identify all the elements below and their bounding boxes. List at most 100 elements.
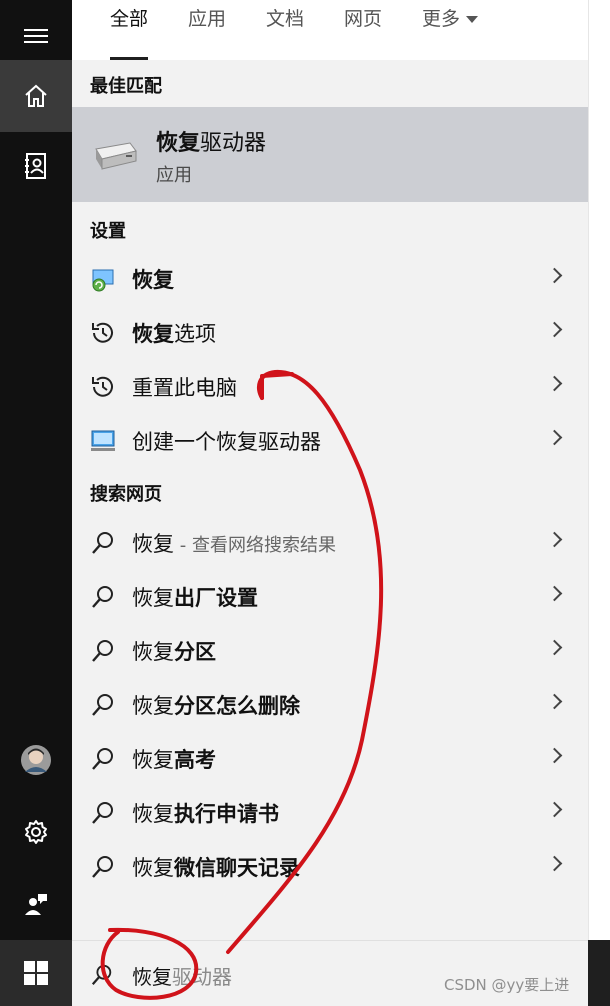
settings-heading: 设置 (90, 221, 126, 242)
web-item[interactable]: 恢复 - 查看网络搜索结果 (72, 516, 588, 570)
left-rail (0, 0, 72, 1006)
web-item[interactable]: 恢复分区怎么删除 (72, 678, 588, 732)
search-icon (92, 856, 113, 878)
search-icon (92, 748, 113, 770)
search-icon (92, 694, 113, 716)
history-icon (92, 376, 113, 397)
item-text: 恢复 (132, 856, 174, 880)
item-bold-text: 分区怎么删除 (174, 694, 300, 718)
item-bold-text: 出厂设置 (174, 586, 258, 610)
caret-down-icon (466, 16, 479, 23)
web-item-label: 恢复高考 (132, 744, 216, 774)
web-item-label: 恢复出厂设置 (132, 582, 258, 612)
settings-item-label: 恢复 (132, 264, 174, 294)
best-match-title: 恢复驱动器 (156, 125, 266, 157)
item-bold-text: 执行申请书 (174, 802, 279, 826)
chevron-right-icon (546, 429, 563, 446)
chevron-right-icon (546, 693, 563, 710)
item-text: 恢复 (132, 694, 174, 718)
item-text: 创建一个恢复驱动器 (132, 430, 321, 454)
best-match-subtitle: 应用 (156, 165, 192, 186)
settings-item-recovery-options[interactable]: 恢复选项 (72, 306, 588, 360)
web-item[interactable]: 恢复高考 (72, 732, 588, 786)
chevron-right-icon (546, 801, 563, 818)
best-match-item[interactable]: 恢复驱动器 应用 (72, 107, 588, 202)
item-hint: - 查看网络搜索结果 (174, 535, 336, 556)
web-item-label: 恢复分区 (132, 636, 216, 666)
home-icon (25, 84, 47, 107)
item-text: 恢复 (132, 640, 174, 664)
best-match-title-bold: 恢复 (156, 131, 201, 156)
history-icon (92, 322, 113, 343)
search-icon (91, 964, 112, 985)
item-bold-text: 恢复 (132, 322, 174, 346)
item-bold-text: 高考 (174, 748, 216, 772)
item-bold-text: 分区 (174, 640, 216, 664)
search-box[interactable]: 恢复驱动器 (72, 940, 588, 1006)
recovery-icon (92, 269, 114, 292)
watermark: CSDN @yy要上进 (444, 976, 570, 994)
account-button[interactable] (0, 724, 72, 796)
search-icon (92, 532, 113, 554)
settings-item-label: 恢复选项 (132, 318, 216, 348)
taskbar-edge (588, 940, 610, 1006)
settings-button[interactable] (0, 796, 72, 868)
best-match-heading: 最佳匹配 (90, 76, 162, 97)
web-item-label: 恢复执行申请书 (132, 798, 279, 828)
windows-start-icon (24, 961, 48, 985)
notebook-icon (25, 153, 46, 179)
search-start-menu: 全部 应用 文档 网页 更多 最佳匹配 恢复驱动器 应用 设置 恢复 恢复选项 … (0, 0, 610, 1006)
web-item-label: 恢复分区怎么删除 (132, 690, 300, 720)
web-item[interactable]: 恢复出厂设置 (72, 570, 588, 624)
tab-documents[interactable]: 文档 (266, 6, 304, 60)
tab-apps[interactable]: 应用 (188, 6, 226, 60)
item-bold-text: 恢复 (132, 268, 174, 292)
gear-icon (25, 820, 47, 844)
chevron-right-icon (546, 639, 563, 656)
settings-item-recovery[interactable]: 恢复 (72, 252, 588, 306)
search-typed-text: 恢复 (132, 965, 172, 989)
web-item-label: 恢复微信聊天记录 (132, 852, 300, 882)
chevron-right-icon (546, 267, 563, 284)
item-bold-text: 微信聊天记录 (174, 856, 300, 880)
background-window-edge (588, 0, 610, 940)
avatar (21, 745, 51, 775)
notebook-button[interactable] (0, 130, 72, 202)
tab-all[interactable]: 全部 (110, 6, 149, 60)
web-item[interactable]: 恢复微信聊天记录 (72, 840, 588, 894)
filter-tabs: 全部 应用 文档 网页 更多 (72, 0, 588, 60)
search-icon (92, 640, 113, 662)
item-text: 恢复 (132, 802, 174, 826)
home-button[interactable] (0, 60, 72, 132)
search-icon (92, 802, 113, 824)
chevron-right-icon (546, 585, 563, 602)
settings-item-reset-pc[interactable]: 重置此电脑 (72, 360, 588, 414)
item-text: 选项 (174, 322, 216, 346)
monitor-icon (91, 430, 115, 451)
chevron-right-icon (546, 321, 563, 338)
search-icon (92, 586, 113, 608)
search-input[interactable]: 恢复驱动器 (132, 961, 232, 990)
web-item[interactable]: 恢复分区 (72, 624, 588, 678)
chevron-right-icon (546, 375, 563, 392)
feedback-button[interactable] (0, 868, 72, 940)
search-autocomplete: 驱动器 (172, 965, 232, 989)
hamburger-icon (24, 29, 48, 43)
settings-item-label: 重置此电脑 (132, 372, 237, 402)
tab-more[interactable]: 更多 (422, 6, 479, 60)
drive-icon (95, 142, 137, 170)
settings-item-label: 创建一个恢复驱动器 (132, 426, 321, 456)
best-match-title-rest: 驱动器 (200, 131, 267, 156)
item-text: 恢复 (132, 532, 174, 556)
feedback-icon (25, 894, 47, 915)
tab-web[interactable]: 网页 (344, 6, 382, 60)
start-button[interactable] (0, 940, 72, 1006)
web-item[interactable]: 恢复执行申请书 (72, 786, 588, 840)
item-text: 恢复 (132, 586, 174, 610)
chevron-right-icon (546, 855, 563, 872)
settings-item-create-recovery-drive[interactable]: 创建一个恢复驱动器 (72, 414, 588, 468)
chevron-right-icon (546, 747, 563, 764)
web-search-heading: 搜索网页 (90, 484, 162, 505)
web-item-label: 恢复 - 查看网络搜索结果 (132, 528, 336, 558)
item-text: 重置此电脑 (132, 376, 237, 400)
